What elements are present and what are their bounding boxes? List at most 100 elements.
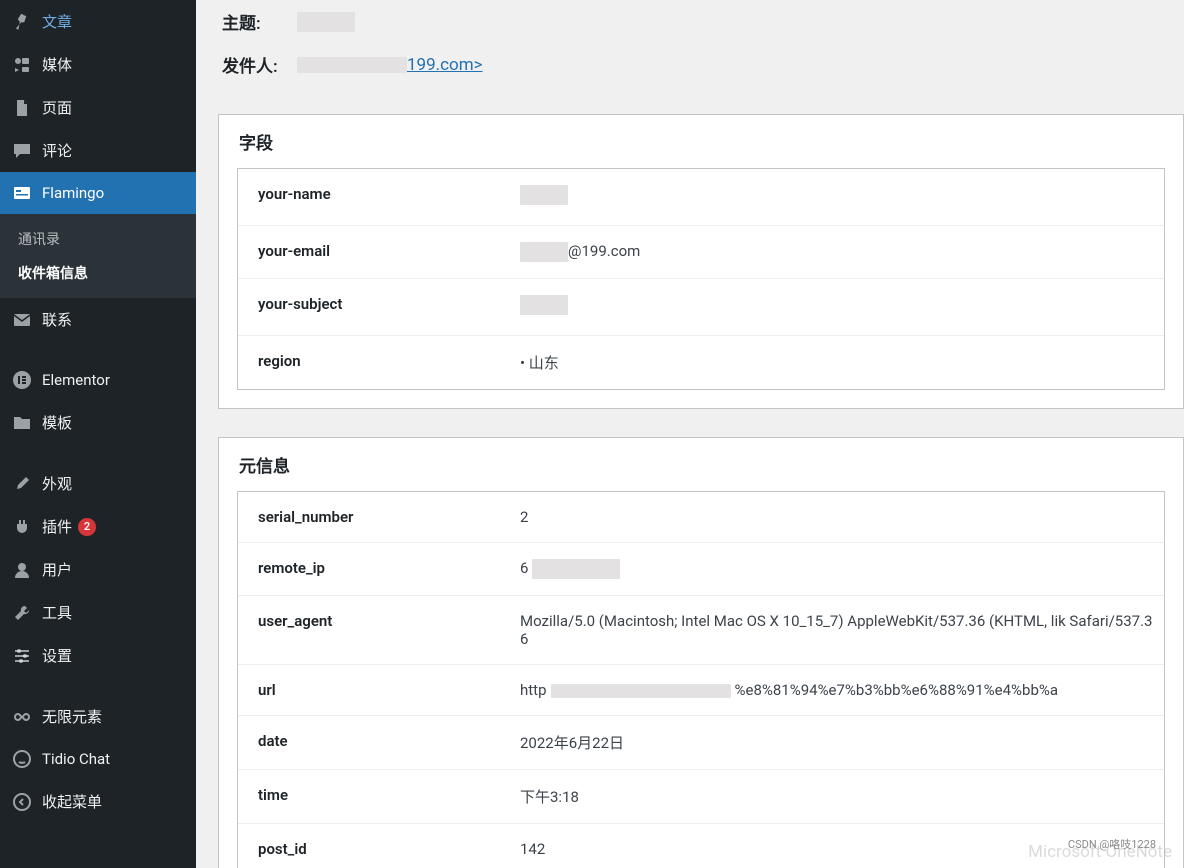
sidebar-item-users[interactable]: 用户 [0,548,196,591]
meta-key: serial_number [238,492,520,542]
sidebar-item-appearance[interactable]: 外观 [0,462,196,505]
sidebar-item-label: Elementor [42,371,110,389]
sidebar-item-label: Flamingo [42,184,104,202]
field-value: @199.com [520,226,1164,278]
table-row: post_id 142 [238,823,1164,868]
field-value: 山东 [520,336,1164,389]
table-row: your-name [238,169,1164,225]
redacted [532,559,620,579]
meta-value: Mozilla/5.0 (Macintosh; Intel Mac OS X 1… [520,596,1164,664]
media-icon [12,55,32,75]
sidebar-item-elementor[interactable]: Elementor [0,359,196,401]
from-label: 发件人: [222,52,297,77]
submenu-address-book[interactable]: 通讯录 [0,222,196,256]
field-value [520,279,1164,335]
sidebar-item-label: 工具 [42,602,72,623]
sidebar-item-label: 模板 [42,412,72,433]
sidebar-item-label: 评论 [42,140,72,161]
meta-value: 2022年6月22日 [520,716,1164,769]
field-key: your-name [238,169,520,219]
redacted [551,684,731,698]
table-row: date 2022年6月22日 [238,715,1164,769]
collapse-icon [12,792,32,812]
sidebar-item-tidio[interactable]: Tidio Chat [0,738,196,780]
table-row: your-email @199.com [238,225,1164,278]
sidebar-item-label: 无限元素 [42,706,102,727]
sidebar-item-media[interactable]: 媒体 [0,43,196,86]
fields-table: your-name your-email @199.com your-subje… [237,168,1165,390]
sidebar-item-label: 插件 [42,516,72,537]
sidebar-item-flamingo[interactable]: Flamingo [0,172,196,214]
table-row: remote_ip 6 [238,542,1164,595]
meta-key: url [238,665,520,715]
sidebar-collapse[interactable]: 收起菜单 [0,780,196,823]
field-key: your-email [238,226,520,276]
sidebar-item-contact[interactable]: 联系 [0,298,196,341]
meta-table: serial_number 2 remote_ip 6 user_agent M… [237,491,1165,868]
subject-value-redacted [297,12,355,32]
field-key: region [238,336,520,386]
sidebar-item-tools[interactable]: 工具 [0,591,196,634]
from-link[interactable]: 199.com> [297,55,483,75]
infinity-icon [12,707,32,727]
sidebar-item-label: 用户 [42,559,72,580]
page-icon [12,98,32,118]
sidebar-item-pages[interactable]: 页面 [0,86,196,129]
table-row: url http%e8%81%94%e7%b3%bb%e6%88%91%e4%b… [238,664,1164,715]
sidebar-item-label: 页面 [42,97,72,118]
subject-label: 主题: [222,9,297,34]
from-redacted [297,57,407,73]
user-icon [12,560,32,580]
admin-sidebar: 文章 媒体 页面 评论 Flamingo 通讯录 收件箱信息 联系 Elemen… [0,0,196,868]
table-row: region 山东 [238,335,1164,389]
redacted [520,185,568,205]
meta-key: user_agent [238,596,520,646]
mail-icon [12,310,32,330]
plug-icon [12,517,32,537]
sidebar-item-comments[interactable]: 评论 [0,129,196,172]
field-value [520,169,1164,225]
subject-row: 主题: [222,0,1184,43]
fields-panel-title: 字段 [219,115,1183,168]
table-row: user_agent Mozilla/5.0 (Macintosh; Intel… [238,595,1164,664]
meta-key: post_id [238,824,520,868]
brush-icon [12,474,32,494]
sidebar-item-plugins[interactable]: 插件 2 [0,505,196,548]
sidebar-item-templates[interactable]: 模板 [0,401,196,444]
table-row: time 下午3:18 [238,769,1164,823]
redacted [520,295,568,315]
meta-value: http%e8%81%94%e7%b3%bb%e6%88%91%e4%bb%a [520,665,1164,715]
meta-key: remote_ip [238,543,520,593]
pin-icon [12,12,32,32]
sidebar-item-label: Tidio Chat [42,750,110,768]
wrench-icon [12,603,32,623]
meta-value: 6 [520,543,1164,595]
fields-panel: 字段 your-name your-email @199.com your-su… [218,114,1184,409]
chat-icon [12,749,32,769]
from-row: 发件人: 199.com> [222,43,1184,86]
folder-icon [12,413,32,433]
table-row: serial_number 2 [238,492,1164,542]
sidebar-item-label: 设置 [42,645,72,666]
sidebar-item-settings[interactable]: 设置 [0,634,196,677]
message-header: 主题: 发件人: 199.com> [222,0,1184,86]
meta-panel-title: 元信息 [219,438,1183,491]
sidebar-item-label: 媒体 [42,54,72,75]
submenu-inbox[interactable]: 收件箱信息 [0,256,196,290]
field-key: your-subject [238,279,520,329]
meta-value: 2 [520,492,1164,542]
sidebar-item-label: 收起菜单 [42,791,102,812]
elementor-icon [12,370,32,390]
meta-key: date [238,716,520,766]
sidebar-item-label: 文章 [42,11,72,32]
csdn-credit: CSDN @咯吱1228 [1068,836,1156,852]
sidebar-item-unlimited[interactable]: 无限元素 [0,695,196,738]
sidebar-item-posts[interactable]: 文章 [0,0,196,43]
plugin-update-badge: 2 [78,518,96,536]
card-icon [12,183,32,203]
meta-value: 下午3:18 [520,770,1164,823]
main-content: 主题: 发件人: 199.com> 字段 your-name your-emai… [196,0,1184,868]
meta-panel: 元信息 serial_number 2 remote_ip 6 user_age… [218,437,1184,868]
sidebar-item-label: 联系 [42,309,72,330]
flamingo-submenu: 通讯录 收件箱信息 [0,214,196,298]
